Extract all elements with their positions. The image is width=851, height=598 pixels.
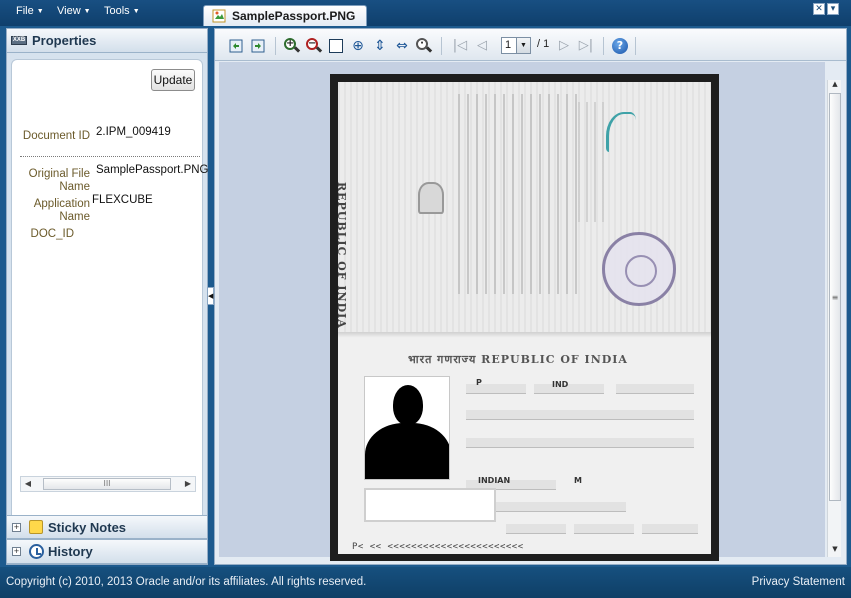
chevron-down-icon: ▼ xyxy=(83,8,91,15)
fit-width-icon[interactable]: ⇔ xyxy=(393,37,411,55)
footer: Copyright (c) 2010, 2013 Oracle and/or i… xyxy=(0,567,851,598)
signature-mark xyxy=(606,112,636,152)
passport-field xyxy=(574,524,634,534)
properties-body: Update Document ID 2.IPM_009419 Original… xyxy=(11,59,209,535)
vertical-scrollbar[interactable]: ▲ ≡ ▼ xyxy=(827,80,841,557)
toolbar-divider xyxy=(603,37,604,55)
help-icon[interactable]: ? xyxy=(611,37,629,55)
file-menu-label: File xyxy=(16,5,34,17)
properties-title: Properties xyxy=(32,33,97,48)
image-file-icon xyxy=(212,9,226,23)
tab-sample-passport[interactable]: SamplePassport.PNG xyxy=(203,5,367,26)
passport-title-horizontal: भारत गणराज्य REPUBLIC OF INDIA xyxy=(408,353,628,366)
sticky-note-icon xyxy=(29,520,43,534)
emblem-icon xyxy=(418,182,444,214)
passport-text-block xyxy=(458,94,578,294)
chevron-down-icon: ▼ xyxy=(36,8,44,15)
horizontal-scrollbar[interactable]: ◀ III ▶ xyxy=(20,476,196,492)
signature-box xyxy=(364,488,496,522)
image-canvas[interactable]: REPUBLIC OF INDIA भारत गणराज्य REPUBLIC … xyxy=(219,62,825,561)
passport-field xyxy=(534,384,604,394)
zoom-out-icon[interactable]: − xyxy=(305,37,323,55)
application-name-label: Application Name xyxy=(33,198,90,223)
chevron-down-icon[interactable]: ▼ xyxy=(516,38,530,53)
update-button[interactable]: Update xyxy=(151,69,195,91)
scroll-left-icon[interactable]: ◀ xyxy=(23,479,33,488)
application-name-value: FLEXCUBE xyxy=(92,194,153,206)
chevron-down-icon: ▼ xyxy=(132,8,140,15)
passport-field xyxy=(506,524,566,534)
scroll-up-icon[interactable]: ▲ xyxy=(828,80,842,92)
passport-data-page: भारत गणराज्य REPUBLIC OF INDIA P IND IND… xyxy=(338,338,711,554)
page-number-select[interactable]: 1 ▼ xyxy=(501,37,531,54)
passport-field xyxy=(616,384,694,394)
passport-mrz: P< << <<<<<<<<<<<<<<<<<<<<<<< xyxy=(352,542,524,552)
document-id-value: 2.IPM_009419 xyxy=(96,126,171,138)
next-page-icon[interactable]: ▷ xyxy=(555,37,573,55)
document-viewer: + − ⊕ ⇕ ⇔ · |◁ ◁ 1 ▼ / 1 ▷ ▷| ? REPUBLIC… xyxy=(214,28,847,565)
passport-sex-value: M xyxy=(574,476,582,485)
last-page-icon[interactable]: ▷| xyxy=(577,37,595,55)
passport-field xyxy=(466,438,694,448)
tools-menu-label: Tools xyxy=(104,5,130,17)
first-page-icon[interactable]: |◁ xyxy=(451,37,469,55)
history-header[interactable]: + History xyxy=(7,539,207,564)
passport-photo xyxy=(364,376,450,480)
rotate-left-icon[interactable] xyxy=(227,37,245,55)
previous-page-icon[interactable]: ◁ xyxy=(473,37,491,55)
properties-icon: XXB xyxy=(11,36,27,45)
passport-title-vertical: REPUBLIC OF INDIA xyxy=(335,182,348,329)
passport-field xyxy=(466,410,694,420)
passport-type-value: P xyxy=(476,378,482,387)
chevron-down-icon[interactable]: ▾ xyxy=(827,3,839,15)
sticky-notes-header[interactable]: + Sticky Notes xyxy=(7,515,207,539)
original-file-name-label: Original File Name xyxy=(28,168,90,193)
close-all-icon[interactable]: ✕ xyxy=(813,3,825,15)
file-menu[interactable]: File ▼ xyxy=(16,5,44,17)
scrollbar-thumb[interactable]: III xyxy=(43,478,171,490)
history-title: History xyxy=(48,544,93,559)
history-clock-icon xyxy=(29,544,44,559)
copyright-text: Copyright (c) 2010, 2013 Oracle and/or i… xyxy=(6,576,367,588)
toolbar-divider xyxy=(441,37,442,55)
scrollbar-thumb[interactable]: ≡ xyxy=(829,93,841,501)
stamp-seal xyxy=(602,232,676,306)
menu-bar: File ▼ View ▼ Tools ▼ SamplePassport.PNG ✕ … xyxy=(0,0,851,26)
actual-size-icon[interactable] xyxy=(327,37,345,55)
expand-icon[interactable]: + xyxy=(12,523,21,532)
passport-field xyxy=(466,384,526,394)
collapse-panel-handle[interactable]: ◀ xyxy=(207,287,214,305)
page-number-value: 1 xyxy=(505,39,512,51)
fit-page-icon[interactable]: ⊕ xyxy=(349,37,367,55)
toolbar-divider xyxy=(275,37,276,55)
privacy-statement-link[interactable]: Privacy Statement xyxy=(752,576,845,588)
zoom-in-icon[interactable]: + xyxy=(283,37,301,55)
view-menu[interactable]: View ▼ xyxy=(57,5,91,17)
scroll-right-icon[interactable]: ▶ xyxy=(183,479,193,488)
passport-image: REPUBLIC OF INDIA भारत गणराज्य REPUBLIC … xyxy=(330,74,719,561)
passport-top-page: REPUBLIC OF INDIA xyxy=(335,82,711,334)
zoom-region-icon[interactable]: · xyxy=(415,37,433,55)
page-count: / 1 xyxy=(537,38,550,50)
toolbar-divider xyxy=(635,37,636,55)
view-menu-label: View xyxy=(57,5,81,17)
sticky-notes-title: Sticky Notes xyxy=(48,520,127,535)
left-panel: XXB Properties Update Document ID 2.IPM_… xyxy=(6,28,209,565)
scroll-down-icon[interactable]: ▼ xyxy=(828,545,842,557)
tools-menu[interactable]: Tools ▼ xyxy=(104,5,140,17)
doc-id-label: DOC_ID xyxy=(30,228,74,240)
passport-nationality-value: INDIAN xyxy=(478,476,511,485)
viewer-toolbar: + − ⊕ ⇕ ⇔ · |◁ ◁ 1 ▼ / 1 ▷ ▷| ? xyxy=(215,29,846,61)
expand-icon[interactable]: + xyxy=(12,547,21,556)
original-file-name-value: SamplePassport.PNG xyxy=(96,164,209,176)
passport-country-value: IND xyxy=(552,380,569,389)
divider xyxy=(20,156,200,157)
passport-field xyxy=(642,524,698,534)
document-id-label: Document ID xyxy=(22,130,90,142)
tab-label: SamplePassport.PNG xyxy=(232,9,356,23)
fit-height-icon[interactable]: ⇕ xyxy=(371,37,389,55)
passport-text-block xyxy=(578,102,608,222)
properties-header[interactable]: XXB Properties xyxy=(7,29,207,53)
rotate-right-icon[interactable] xyxy=(249,37,267,55)
